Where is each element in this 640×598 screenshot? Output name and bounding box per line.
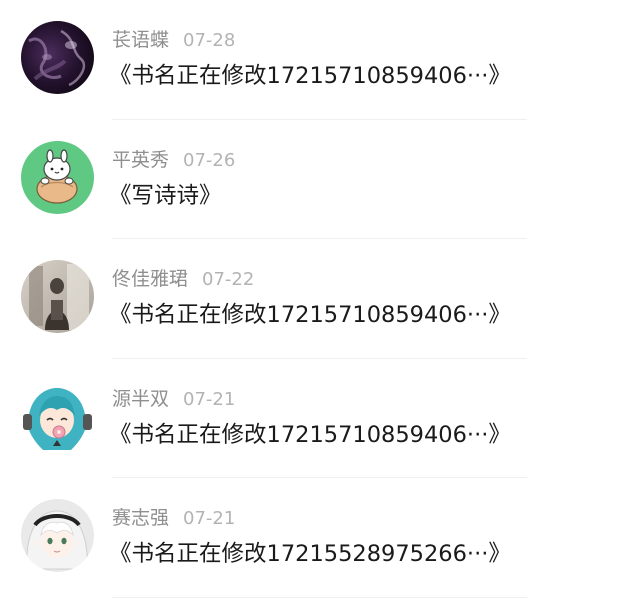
comment-meta: 平英秀 07-26 [112, 147, 235, 173]
cartoon-bunny-avatar[interactable] [21, 140, 94, 214]
user-name[interactable]: 赛志强 [112, 507, 169, 529]
comment-meta: 赛志强 07-21 [112, 505, 235, 531]
photo-avatar[interactable] [21, 260, 94, 333]
comment-meta: 源半双 07-21 [112, 386, 235, 412]
list-item[interactable]: 苌语蝶 07-28 《书名正在修改17215710859406···》 [0, 0, 640, 120]
user-name[interactable]: 平英秀 [112, 149, 169, 171]
user-name[interactable]: 佟佳雅珺 [112, 268, 188, 290]
book-title[interactable]: 《书名正在修改17215528975266···》 [109, 538, 511, 570]
book-title[interactable]: 《书名正在修改17215710859406···》 [109, 60, 511, 92]
comment-date: 07-26 [183, 149, 236, 171]
list-item[interactable]: 佟佳雅珺 07-22 《书名正在修改17215710859406···》 [0, 239, 640, 359]
comment-date: 07-28 [183, 30, 236, 51]
comment-date: 07-22 [202, 269, 255, 290]
book-title[interactable]: 《书名正在修改17215710859406···》 [109, 419, 511, 451]
user-name[interactable]: 苌语蝶 [112, 29, 169, 51]
anime-girl-teal-hair-avatar[interactable] [21, 379, 94, 453]
comment-meta: 苌语蝶 07-28 [112, 27, 235, 53]
comment-date: 07-21 [183, 388, 236, 410]
list-item[interactable]: 平英秀 07-26 《写诗诗》 [0, 120, 640, 239]
comment-list: 苌语蝶 07-28 《书名正在修改17215710859406···》 平英秀 … [0, 0, 640, 598]
dark-purple-abstract-avatar[interactable] [21, 21, 94, 94]
book-title[interactable]: 《书名正在修改17215710859406···》 [109, 299, 511, 331]
comment-date: 07-21 [183, 508, 236, 529]
book-title[interactable]: 《写诗诗》 [109, 180, 222, 212]
comment-meta: 佟佳雅珺 07-22 [112, 266, 254, 292]
anime-girl-white-hair-avatar[interactable] [21, 499, 94, 572]
list-item[interactable]: 赛志强 07-21 《书名正在修改17215528975266···》 [0, 478, 640, 598]
user-name[interactable]: 源半双 [112, 388, 169, 410]
list-item[interactable]: 源半双 07-21 《书名正在修改17215710859406···》 [0, 359, 640, 478]
